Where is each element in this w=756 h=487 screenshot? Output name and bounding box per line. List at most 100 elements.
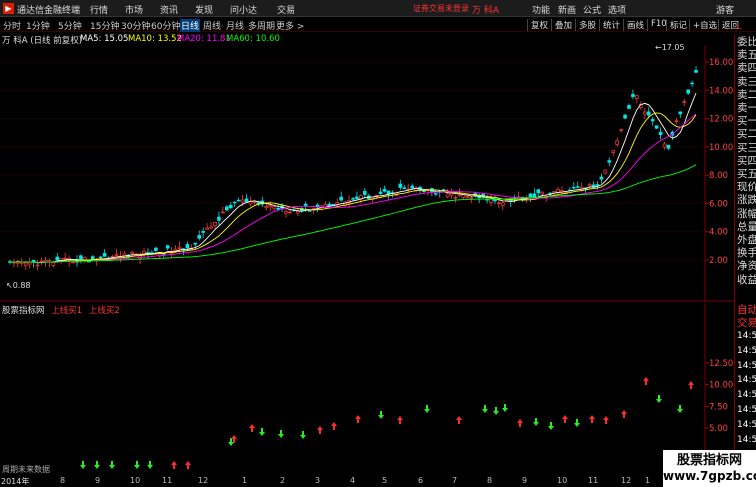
indicator-chart[interactable]: 12.50 10.00 7.50 5.00 [0, 303, 734, 476]
candle-body [556, 189, 560, 193]
candle-body [63, 257, 67, 260]
candle-body [599, 176, 604, 180]
side-label: 交易 [737, 317, 756, 329]
candle-body [98, 256, 103, 259]
candle-body [623, 114, 627, 119]
period-1min[interactable]: 1分钟 [26, 19, 50, 32]
price-label: 12.00 [709, 115, 733, 125]
date-axis-label: 9 [522, 476, 528, 485]
candle-body [355, 196, 359, 199]
period-weekly[interactable]: 周线 [203, 19, 221, 32]
menu-options[interactable]: 选项 [608, 3, 626, 16]
candle-body [236, 199, 241, 202]
add-watchlist-button[interactable]: +自选 [689, 19, 717, 31]
adjust-button[interactable]: 复权 [527, 19, 548, 31]
stock-label: 万 科A (日线 前复权) [2, 36, 83, 46]
period-5min[interactable]: 5分钟 [58, 19, 82, 32]
panel-header: L [737, 22, 742, 31]
candle-body [611, 150, 616, 153]
date-axis-label: 11 [162, 476, 173, 485]
candle-body [528, 193, 533, 198]
candle-body [35, 264, 40, 267]
low-marker-label: ↖0.88 [6, 281, 31, 290]
date-axis-label: 1 [645, 476, 651, 485]
candle-body [244, 198, 249, 203]
candle-body [445, 193, 450, 198]
candle-body [79, 255, 83, 260]
period-daily[interactable]: 日线 [180, 19, 201, 32]
candle-body [71, 261, 75, 264]
candle-body [288, 211, 292, 214]
date-axis-label: 6 [418, 476, 424, 485]
menu-function[interactable]: 功能 [532, 3, 550, 16]
candle-body [607, 160, 612, 163]
side-label: 14:56 [737, 419, 756, 430]
menu-ask[interactable]: 问小达 [230, 3, 257, 16]
menu-trade[interactable]: 交易 [277, 3, 295, 16]
candle-body [501, 202, 505, 206]
candle-body [461, 194, 466, 198]
mark-button[interactable]: 标记 [666, 19, 687, 31]
period-multi[interactable]: 多周期 [248, 19, 275, 32]
candle-body [646, 111, 651, 116]
side-label: 14:56 [737, 375, 756, 386]
menu-formula[interactable]: 公式 [583, 3, 601, 16]
stats-button[interactable]: 统计 [599, 19, 620, 31]
candle-body [532, 193, 537, 198]
candle-body [268, 205, 273, 208]
candle-body [232, 201, 237, 204]
period-more[interactable]: 更多 > [276, 19, 304, 32]
side-label: 14:56 [737, 331, 756, 341]
candle-body [51, 262, 56, 266]
period-30min[interactable]: 30分钟 [121, 19, 150, 32]
watermark-url: www.7gpzb.com [663, 469, 756, 483]
overlay-button[interactable]: 叠加 [551, 19, 572, 31]
side-label: 现价 [737, 181, 756, 194]
candle-body [694, 69, 698, 73]
app-logo-icon: ▶ [3, 3, 14, 14]
site-watermark: 股票指标网 www.7gpzb.com [663, 450, 756, 487]
side-label: 净资 [737, 260, 756, 273]
side-label: 14:56 [737, 390, 756, 401]
candle-body [205, 227, 209, 230]
date-axis-label: 8 [60, 476, 66, 485]
menu-market[interactable]: 市场 [125, 3, 143, 16]
ma5-label: MA5: 15.05 [80, 34, 129, 44]
menu-news[interactable]: 资讯 [160, 3, 178, 16]
candle-body [398, 183, 403, 188]
candle-body [536, 189, 541, 194]
f10-button[interactable]: F10 [647, 19, 667, 31]
login-status[interactable]: 证券交易未登录 [413, 3, 469, 14]
menu-new-draw[interactable]: 新画 [558, 3, 576, 16]
date-axis-label: 12 [621, 476, 632, 485]
period-15min[interactable]: 15分钟 [90, 19, 119, 32]
date-axis-label: 7 [452, 476, 458, 485]
period-monthly[interactable]: 月线 [226, 19, 244, 32]
candle-body [122, 253, 127, 257]
user-guest[interactable]: 游客 [716, 3, 734, 16]
draw-line-button[interactable]: 画线 [623, 19, 644, 31]
candle-body [631, 93, 635, 97]
date-axis-label: 8 [487, 476, 493, 485]
side-label: 14:56 [737, 405, 756, 415]
candle-body [650, 119, 655, 122]
candle-body [154, 247, 158, 251]
candle-body [197, 235, 202, 239]
side-label: 委比 [737, 36, 756, 48]
menu-discover[interactable]: 发现 [195, 3, 213, 16]
multi-stock-button[interactable]: 多股 [575, 19, 596, 31]
kline-chart[interactable]: 16.0014.0012.0010.008.006.004.002.00←17.… [0, 34, 734, 302]
date-axis-label: 1 [242, 476, 248, 485]
indicator-header: 股票指标网 上线买1 上线买2 [2, 304, 124, 316]
app-title: 通达信金融终端 [17, 6, 81, 16]
date-axis-label: 5 [382, 476, 388, 485]
candle-body [386, 190, 391, 195]
menu-quotes[interactable]: 行情 [90, 3, 108, 16]
indicator-name[interactable]: 股票指标网 [2, 306, 45, 316]
candle-body [327, 203, 332, 207]
back-button[interactable]: 返回 [718, 19, 739, 31]
candle-body [173, 248, 178, 251]
quote-side-panel: L 委比 卖五 卖四 卖三 卖二 卖一 买一 买二 买三 买四 买五 现价 涨跌 涨幅 总量 外盘 换手 净资 收益自… [734, 22, 756, 487]
period-60min[interactable]: 60分钟 [151, 19, 180, 32]
period-timeshare[interactable]: 分时 [3, 19, 21, 32]
